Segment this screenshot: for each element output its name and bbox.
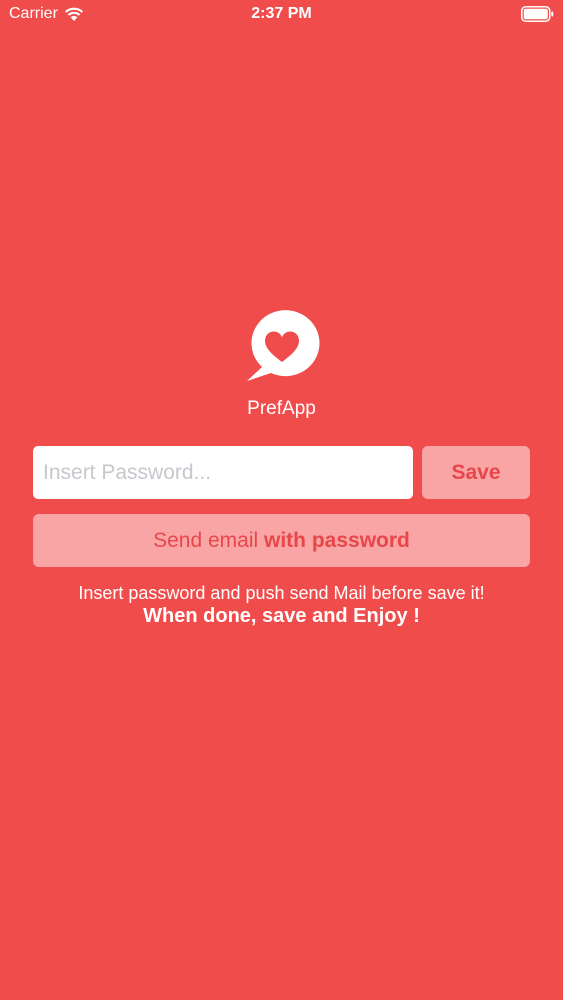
heart-chat-bubble-icon	[247, 310, 320, 381]
instruction-text: Insert password and push send Mail befor…	[78, 583, 485, 603]
battery-icon	[521, 6, 554, 22]
save-button[interactable]: Save	[422, 446, 530, 499]
enjoy-text: When done, save and Enjoy !	[143, 605, 420, 627]
app-name: PrefApp	[247, 398, 316, 419]
status-bar: Carrier 2:37 PM	[0, 0, 563, 30]
send-email-label-bold: with password	[264, 528, 410, 552]
password-input[interactable]	[33, 446, 413, 499]
status-time: 2:37 PM	[251, 5, 312, 22]
send-email-button[interactable]: Send email with password	[33, 514, 530, 567]
send-email-label-regular: Send email	[153, 528, 265, 552]
